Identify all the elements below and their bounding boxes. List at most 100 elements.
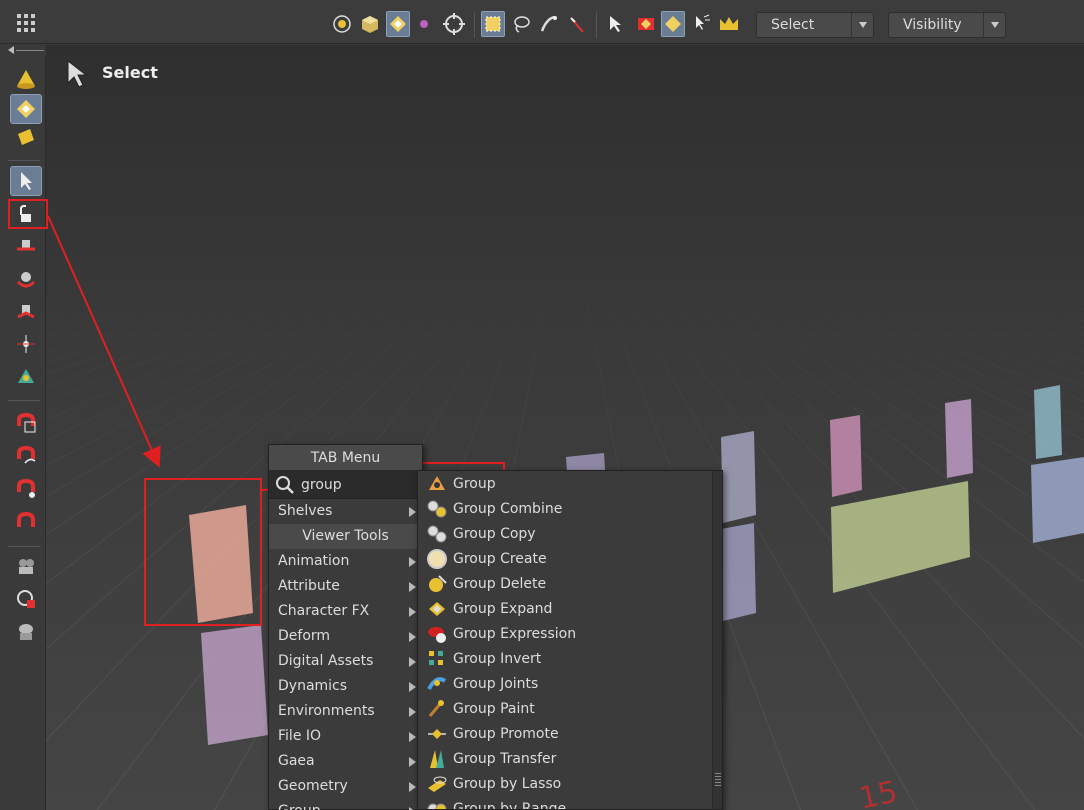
tab-menu-item-label: Shelves [278, 503, 333, 519]
crosshair-icon [443, 13, 465, 35]
submenu-item-label: Group Promote [453, 725, 559, 742]
collapse-toolbar-line [16, 50, 44, 51]
magnet-grid-button[interactable] [10, 408, 42, 438]
magnet-point-button[interactable] [10, 474, 42, 504]
submenu-item-group-expand[interactable]: Group Expand [418, 596, 722, 621]
select-primitives-mode-button[interactable] [661, 11, 685, 37]
select-visible-button[interactable] [604, 11, 628, 37]
select-tool-button[interactable] [10, 166, 42, 196]
magnet-button[interactable] [10, 507, 42, 537]
submenu-item-group-invert[interactable]: Group Invert [418, 646, 722, 671]
select-mode-dropdown[interactable]: Select [756, 12, 874, 38]
submenu-item-group-expression[interactable]: Group Expression [418, 621, 722, 646]
plane-pink[interactable] [830, 415, 862, 497]
lasso-icon [514, 16, 530, 33]
submenu-arrow-icon [409, 557, 416, 567]
tab-menu-item-digital-assets[interactable]: Digital Assets [269, 649, 422, 674]
submenu-arrow-icon [409, 782, 416, 792]
plane-purple[interactable] [201, 625, 268, 745]
view-tool-button[interactable] [10, 584, 42, 614]
tab-menu-item-attribute[interactable]: Attribute [269, 574, 422, 599]
tab-menu-item-gaea[interactable]: Gaea [269, 749, 422, 774]
tab-menu-item-dynamics[interactable]: Dynamics [269, 674, 422, 699]
collapse-toolbar-icon[interactable] [8, 46, 14, 54]
point-select-button[interactable] [412, 11, 436, 37]
pivot-snap-button[interactable] [330, 11, 354, 37]
face-icon [18, 129, 34, 145]
tab-menu-item-group[interactable]: Group [269, 799, 422, 810]
brush-select-button[interactable] [537, 11, 561, 37]
submenu-item-group[interactable]: Group [418, 471, 722, 496]
toolbar-divider [8, 400, 40, 401]
mode-label: Select [102, 63, 158, 82]
tab-menu-item-animation[interactable]: Animation [269, 549, 422, 574]
magnet-point-icon [17, 478, 35, 498]
rotate-tool-button[interactable] [10, 264, 42, 294]
grid-menu-button[interactable] [8, 8, 44, 38]
submenu-item-group-delete[interactable]: Group Delete [418, 571, 722, 596]
magnet-curve-button[interactable] [10, 441, 42, 471]
submenu-item-group-combine[interactable]: Group Combine [418, 496, 722, 521]
submenu-item-group-by-range[interactable]: Group by Range [418, 796, 722, 810]
select-connected-button[interactable] [689, 11, 713, 37]
primitive-select-button[interactable] [386, 11, 410, 37]
submenu-item-group-copy[interactable]: Group Copy [418, 521, 722, 546]
submenu-item-label: Group by Range [453, 800, 567, 810]
group-by-range-icon [426, 798, 448, 809]
submenu-item-group-promote[interactable]: Group Promote [418, 721, 722, 746]
pose-tool-button[interactable] [10, 362, 42, 392]
tab-menu-search[interactable]: group [269, 471, 422, 499]
plane-cyan[interactable] [1034, 385, 1062, 459]
component-mode-button[interactable] [10, 94, 42, 124]
render-region-button[interactable] [10, 617, 42, 647]
visibility-dropdown[interactable]: Visibility [888, 12, 1006, 38]
plane-green[interactable] [831, 481, 970, 593]
laser-select-button[interactable] [565, 11, 589, 37]
submenu-item-group-transfer[interactable]: Group Transfer [418, 746, 722, 771]
submenu-item-group-by-lasso[interactable]: Group by Lasso [418, 771, 722, 796]
diamond-select-icon [390, 16, 406, 32]
tab-menu-item-geometry[interactable]: Geometry [269, 774, 422, 799]
tab-menu-item-character-fx[interactable]: Character FX [269, 599, 422, 624]
plane-blue[interactable] [1031, 457, 1084, 543]
select-groups-button[interactable] [634, 11, 658, 37]
submenu-item-label: Group Expand [453, 600, 553, 617]
transform-tool-button[interactable] [10, 329, 42, 359]
move-icon [17, 240, 35, 251]
tab-menu-item-file-io[interactable]: File IO [269, 724, 422, 749]
submenu-item-label: Group Combine [453, 500, 563, 517]
submenu-item-group-paint[interactable]: Group Paint [418, 696, 722, 721]
tab-menu-item-label: Character FX [278, 603, 370, 619]
lasso-select-button[interactable] [509, 11, 533, 37]
scrollbar-grip[interactable] [715, 773, 721, 787]
plane-pink-2[interactable] [945, 399, 973, 478]
object-select-button[interactable] [358, 11, 382, 37]
render-icon [19, 624, 33, 640]
camera-tool-button[interactable] [10, 552, 42, 582]
submenu-item-group-joints[interactable]: Group Joints [418, 671, 722, 696]
submenu-item-group-create[interactable]: Group Create [418, 546, 722, 571]
left-toolbar [0, 56, 46, 810]
submenu-arrow-icon [409, 632, 416, 642]
object-mode-button[interactable] [10, 64, 42, 94]
move-tool-button[interactable] [10, 231, 42, 261]
search-input[interactable]: group [301, 477, 342, 493]
transform-icon [17, 335, 35, 353]
tab-menu-item-label: Viewer Tools [302, 528, 389, 544]
tab-menu-item-environments[interactable]: Environments [269, 699, 422, 724]
plane-blue-grey-2[interactable] [721, 523, 756, 621]
cone-icon [17, 70, 35, 89]
tab-menu-item-label: File IO [278, 728, 322, 744]
dynamics-mode-button[interactable] [10, 122, 42, 152]
tab-menu-item-deform[interactable]: Deform [269, 624, 422, 649]
box-select-button[interactable] [481, 11, 505, 37]
visibility-label: Visibility [903, 17, 962, 33]
submenu-scrollbar[interactable] [712, 471, 722, 809]
plane-blue-grey[interactable] [721, 431, 756, 523]
select-all-button[interactable] [717, 11, 741, 37]
secure-selection-button[interactable] [442, 11, 466, 37]
scale-tool-button[interactable] [10, 297, 42, 327]
tab-menu-item-shelves[interactable]: Shelves [269, 499, 422, 524]
submenu-arrow-icon [409, 732, 416, 742]
group-transfer-icon [426, 748, 448, 770]
